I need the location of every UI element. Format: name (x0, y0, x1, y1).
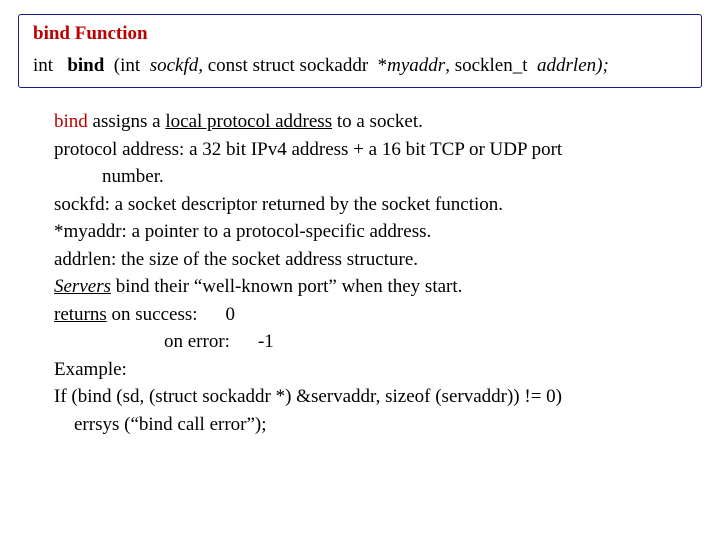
l8-on-error: on error: (164, 331, 230, 352)
desc-line-10: If (bind (sd, (struct sockaddr *) &serva… (54, 383, 682, 411)
desc-line-7: returns on success: 0 (54, 301, 682, 329)
description-block: bind assigns a local protocol address to… (54, 108, 682, 439)
l7-on-success: on success: (107, 304, 198, 325)
desc-line-11: errsys (“bind call error”); (54, 411, 682, 439)
desc-line-3: sockfd: a socket descriptor returned by … (54, 191, 682, 219)
desc-line-4: *myaddr: a pointer to a protocol-specifi… (54, 218, 682, 246)
sig-addrlen: addrlen (537, 55, 596, 76)
local-protocol-address: local protocol address (165, 111, 332, 132)
desc-line-2: protocol address: a 32 bit IPv4 address … (54, 136, 682, 164)
desc-line-5: addrlen: the size of the socket address … (54, 246, 682, 274)
ret-error-val: -1 (258, 331, 274, 352)
sig-mid1: const struct sockaddr * (203, 55, 387, 76)
function-signature: int bind (int sockfd, const struct socka… (33, 55, 687, 77)
sig-open: (int (104, 55, 149, 76)
sig-sockfd: sockfd, (150, 55, 203, 76)
sig-mid2: , socklen_t (445, 55, 537, 76)
sig-name: bind (67, 55, 104, 76)
box-title: bind Function (33, 23, 687, 45)
desc-line-8: on error: -1 (54, 328, 682, 356)
ret-success-val: 0 (226, 304, 236, 325)
desc-line-2b: number. (54, 163, 682, 191)
desc-line-6: Servers bind their “well-known port” whe… (54, 273, 682, 301)
l6-txt: bind their “well-known port” when they s… (111, 276, 462, 297)
servers-word: Servers (54, 276, 111, 297)
bind-keyword: bind (54, 111, 88, 132)
sig-ret: int (33, 55, 67, 76)
signature-box: bind Function int bind (int sockfd, cons… (18, 14, 702, 88)
sig-close: ); (596, 55, 609, 76)
returns-word: returns (54, 304, 107, 325)
desc-line-1: bind assigns a local protocol address to… (54, 108, 682, 136)
desc-line-9: Example: (54, 356, 682, 384)
l1-txt1: assigns a (88, 111, 166, 132)
sig-myaddr: myaddr (387, 55, 445, 76)
l1-txt2: to a socket. (332, 111, 423, 132)
